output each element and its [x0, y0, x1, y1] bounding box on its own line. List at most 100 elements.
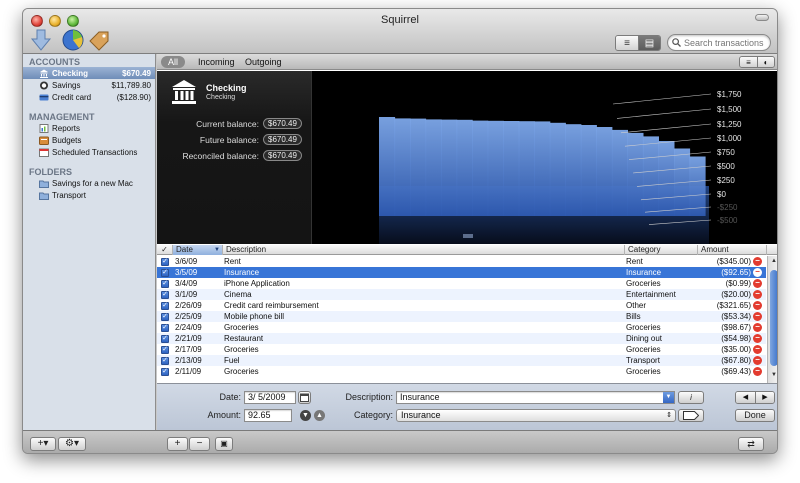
chart-gridline — [612, 93, 712, 105]
table-row[interactable]: ✓ 2/25/09 Mobile phone bill Bills ($53.34) − — [157, 311, 766, 322]
next-icon[interactable]: ▶ — [755, 392, 774, 403]
sidebar-item-credit-card[interactable]: Credit card ($128.90) — [23, 91, 155, 103]
delete-transaction-icon[interactable]: − — [753, 356, 762, 365]
check-column-header[interactable]: ✓ — [157, 245, 172, 255]
table-row[interactable]: ✓ 3/6/09 Rent Rent ($345.00) − — [157, 256, 766, 267]
detail-view-icon[interactable]: ▤ — [638, 36, 660, 50]
table-row[interactable]: ✓ 2/17/09 Groceries Groceries ($35.00) − — [157, 344, 766, 355]
description-dropdown-icon[interactable]: ▼ — [663, 392, 674, 403]
category-cell: Insurance — [626, 268, 662, 277]
reconciled-checkbox[interactable]: ✓ — [161, 335, 169, 343]
chart-tick-label: $0 — [717, 190, 726, 199]
date-column-header[interactable]: Date ▼ — [172, 245, 222, 255]
table-row[interactable]: ✓ 2/13/09 Fuel Transport ($67.80) − — [157, 355, 766, 366]
delete-transaction-icon[interactable]: − — [753, 257, 762, 266]
bank-icon — [172, 80, 196, 104]
filter-outgoing[interactable]: Outgoing — [238, 56, 289, 68]
delete-transaction-icon[interactable]: − — [753, 312, 762, 321]
filter-incoming[interactable]: Incoming — [191, 56, 242, 68]
search-field[interactable] — [667, 34, 771, 51]
reconciled-checkbox[interactable]: ✓ — [161, 313, 169, 321]
reconciled-checkbox[interactable]: ✓ — [161, 291, 169, 299]
delete-transaction-icon[interactable]: − — [753, 301, 762, 310]
description-field[interactable]: Insurance ▼ — [396, 391, 675, 404]
dashboard-view-toggle[interactable]: ≡ ◐ — [739, 56, 775, 68]
reconciled-checkbox[interactable]: ✓ — [161, 302, 169, 310]
category-popup[interactable]: Insurance ⇕ — [396, 409, 676, 422]
filter-all[interactable]: All — [161, 56, 186, 68]
amount-cell: ($54.98) — [721, 334, 751, 343]
account-name: Checking — [206, 83, 247, 93]
reconciled-checkbox[interactable]: ✓ — [161, 258, 169, 266]
sidebar-item-scheduled-transactions[interactable]: Scheduled Transactions — [23, 146, 155, 158]
add-transaction-button[interactable]: + — [167, 437, 188, 451]
calendar-picker-button[interactable] — [298, 391, 311, 404]
reconciled-checkbox[interactable]: ✓ — [161, 346, 169, 354]
add-account-menu-button[interactable]: +▾ — [30, 437, 56, 451]
reconciled-checkbox[interactable]: ✓ — [161, 357, 169, 365]
editor-toggle-button[interactable]: ▣ — [215, 437, 233, 451]
chart-tick-label: $1,500 — [717, 105, 742, 114]
delete-transaction-icon[interactable]: − — [753, 323, 762, 332]
sidebar-item-savings[interactable]: Savings $11,789.80 — [23, 79, 155, 91]
chart-tick-label: $1,750 — [717, 90, 742, 99]
toolbar: Squirrel ≡ ▤ — [23, 9, 777, 54]
done-button[interactable]: Done — [735, 409, 775, 422]
toolbar-toggle-button[interactable] — [755, 14, 769, 21]
category-column-header[interactable]: Category — [624, 245, 697, 255]
outgoing-arrow-button[interactable]: ▼ — [300, 410, 311, 421]
reconciled-checkbox[interactable]: ✓ — [161, 280, 169, 288]
chart-scroll-handle[interactable] — [463, 234, 473, 238]
scroll-down-icon[interactable]: ▼ — [768, 372, 777, 381]
amount-column-header[interactable]: Amount — [697, 245, 766, 255]
sidebar-item-checking[interactable]: Checking $670.49 — [23, 67, 155, 79]
incoming-arrow-button[interactable]: ▲ — [314, 410, 325, 421]
delete-transaction-icon[interactable]: − — [753, 279, 762, 288]
chart-bar — [580, 125, 597, 216]
delete-transaction-icon[interactable]: − — [753, 334, 762, 343]
scroll-thumb[interactable] — [770, 270, 777, 366]
sidebar-item-savings-for-new-mac[interactable]: Savings for a new Mac — [23, 177, 155, 189]
date-cell: 3/5/09 — [175, 268, 198, 277]
reconciled-checkbox[interactable]: ✓ — [161, 368, 169, 376]
table-row[interactable]: ✓ 2/21/09 Restaurant Dining out ($54.98) − — [157, 333, 766, 344]
import-icon[interactable] — [29, 29, 53, 51]
tag-icon[interactable] — [87, 29, 111, 51]
sidebar-item-budgets[interactable]: Budgets — [23, 134, 155, 146]
chart-bar — [518, 121, 535, 216]
delete-transaction-icon[interactable]: − — [753, 290, 762, 299]
sidebar-item-transport[interactable]: Transport — [23, 189, 155, 201]
table-row[interactable]: ✓ 3/5/09 Insurance Insurance ($92.65) − — [157, 267, 766, 278]
view-mode-toggle[interactable]: ≡ ▤ — [615, 35, 661, 51]
description-cell: Groceries — [224, 367, 259, 376]
sidebar-item-reports[interactable]: Reports — [23, 122, 155, 134]
list-view-icon[interactable]: ≡ — [740, 57, 757, 67]
reconciled-checkbox[interactable]: ✓ — [161, 269, 169, 277]
scroll-up-icon[interactable]: ▲ — [768, 258, 777, 267]
table-row[interactable]: ✓ 2/24/09 Groceries Groceries ($98.67) − — [157, 322, 766, 333]
table-scrollbar[interactable]: ▲ ▼ — [767, 256, 777, 383]
prev-next-control[interactable]: ◀ ▶ — [735, 391, 775, 404]
date-field[interactable]: 3/ 5/2009 — [244, 391, 296, 404]
delete-transaction-icon[interactable]: − — [753, 345, 762, 354]
list-view-icon[interactable]: ≡ — [616, 36, 638, 50]
info-button[interactable]: i — [678, 391, 704, 404]
transfer-button[interactable]: ⇄ — [738, 437, 764, 451]
table-row[interactable]: ✓ 2/11/09 Groceries Groceries ($69.43) − — [157, 366, 766, 377]
tag-button[interactable] — [678, 409, 704, 422]
table-row[interactable]: ✓ 2/26/09 Credit card reimbursement Other ($… — [157, 300, 766, 311]
action-menu-button[interactable]: ⚙▾ — [58, 437, 86, 451]
remove-transaction-button[interactable]: − — [189, 437, 210, 451]
delete-transaction-icon[interactable]: − — [753, 367, 762, 376]
window-title: Squirrel — [381, 14, 419, 26]
delete-transaction-icon[interactable]: − — [753, 268, 762, 277]
reports-pie-icon[interactable] — [61, 29, 85, 51]
table-row[interactable]: ✓ 3/1/09 Cinema Entertainment ($20.00) − — [157, 289, 766, 300]
description-column-header[interactable]: Description — [222, 245, 624, 255]
reconciled-checkbox[interactable]: ✓ — [161, 324, 169, 332]
search-input[interactable] — [684, 37, 768, 48]
globe-icon[interactable]: ◐ — [757, 57, 774, 67]
table-row[interactable]: ✓ 3/4/09 iPhone Application Groceries ($0.99… — [157, 278, 766, 289]
previous-icon[interactable]: ◀ — [736, 392, 755, 403]
amount-field[interactable]: 92.65 — [244, 409, 292, 422]
